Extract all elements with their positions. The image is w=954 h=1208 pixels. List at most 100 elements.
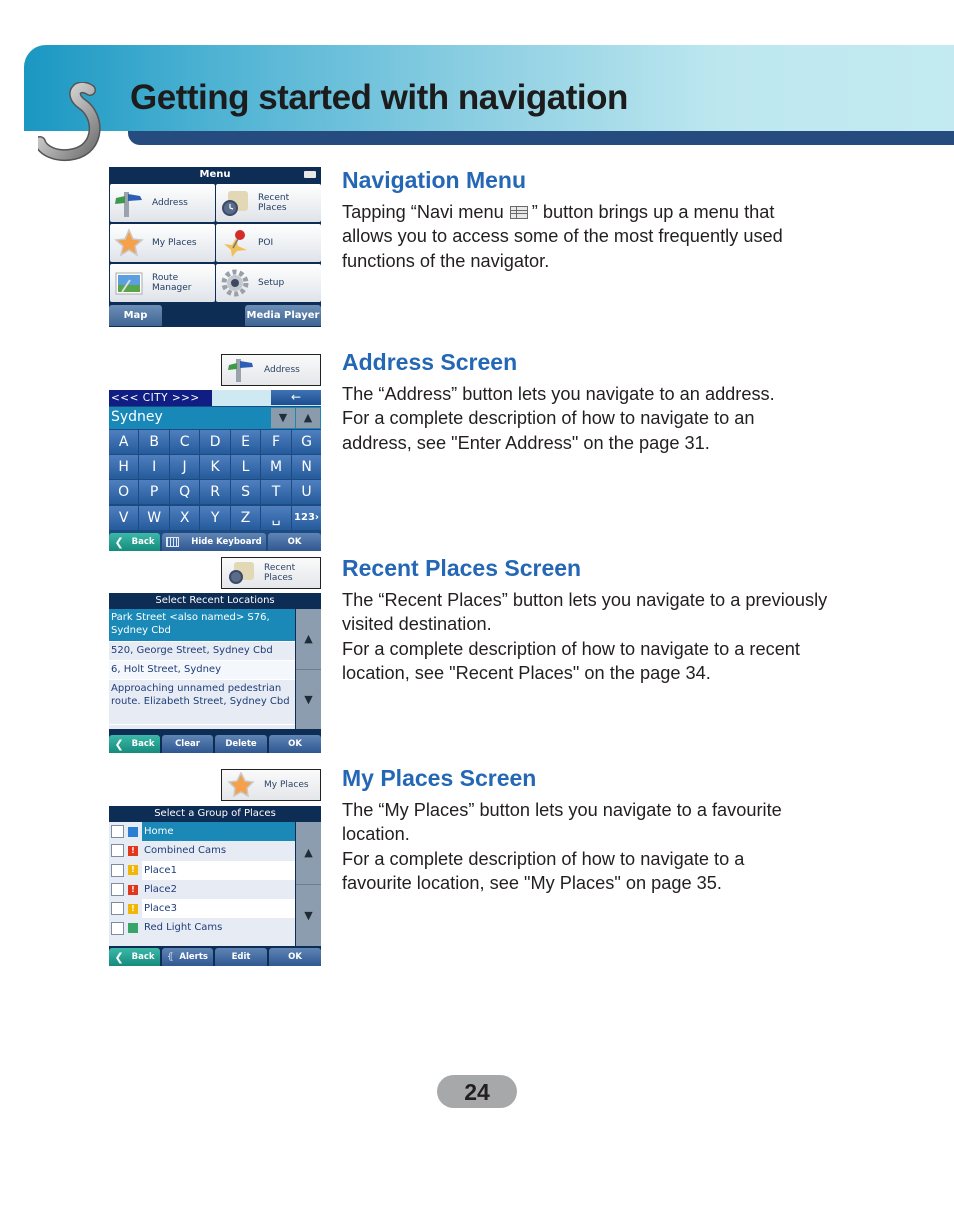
address-button[interactable]: Address (221, 354, 321, 386)
key-w[interactable]: W (139, 505, 169, 530)
key-r[interactable]: R (200, 480, 230, 505)
delete-button[interactable]: Delete (215, 735, 267, 753)
menu-tile-poi[interactable]: POI (216, 224, 321, 262)
list-item[interactable]: Home (109, 822, 295, 842)
key-t[interactable]: T (261, 480, 291, 505)
edit-button[interactable]: Edit (215, 948, 267, 966)
key-z[interactable]: Z (230, 505, 261, 530)
list-item[interactable]: Approaching unnamed pedestrian route. El… (109, 680, 295, 725)
scroll-down-button[interactable]: ▼ (296, 885, 321, 946)
key-u[interactable]: U (291, 480, 322, 505)
ok-button[interactable]: OK (269, 948, 321, 966)
list-item[interactable]: ! Place3 (109, 899, 295, 919)
recent-places-button-label: Recent Places (264, 563, 295, 583)
scroll-down-button[interactable]: ▼ (296, 670, 321, 729)
list-item[interactable]: ! Combined Cams (109, 841, 295, 860)
hide-keyboard-label: Hide Keyboard (191, 537, 262, 547)
scroll-up-button[interactable]: ▲ (296, 408, 320, 428)
tile-label: Setup (258, 278, 285, 288)
ok-button[interactable]: OK (269, 735, 321, 753)
myplaces-title: Select a Group of Places (154, 808, 276, 819)
navi-menu-icon (509, 206, 528, 219)
scroll-down-button[interactable]: ▼ (271, 408, 295, 428)
backspace-button[interactable]: ← (271, 390, 321, 405)
back-button[interactable]: ❮ Back (109, 948, 160, 966)
key-p[interactable]: P (139, 480, 169, 505)
media-player-button[interactable]: Media Player (245, 305, 321, 326)
scrollbar[interactable]: ▲ ▼ (296, 822, 321, 946)
key-y[interactable]: Y (200, 505, 230, 530)
alert-red-icon: ! (128, 845, 138, 856)
key-n[interactable]: N (291, 455, 322, 480)
places-list: Home! Combined Cams! Place1! Place2! Place3 R… (109, 822, 295, 946)
list-item[interactable]: 520, George Street, Sydney Cbd (109, 642, 295, 661)
home-icon (128, 826, 138, 837)
key-m[interactable]: M (261, 455, 291, 480)
key-g[interactable]: G (291, 430, 322, 454)
section-body-address-screen: The “Address” button lets you navigate t… (342, 382, 812, 455)
map-button[interactable]: Map (109, 305, 162, 326)
keyboard-bottom-bar: ❮ Back Hide Keyboard OK (109, 532, 321, 551)
list-item[interactable]: 6, Holt Street, Sydney (109, 661, 295, 680)
key-b[interactable]: B (139, 430, 169, 454)
key-space[interactable]: ␣ (261, 505, 291, 530)
menu-tile-my-places[interactable]: My Places (110, 224, 215, 262)
tile-label: POI (258, 238, 274, 248)
key-a[interactable]: A (109, 430, 139, 454)
list-item[interactable]: ! Place2 (109, 880, 295, 899)
key-v[interactable]: V (109, 505, 139, 530)
list-item[interactable]: Park Street <also named> S76, Sydney Cbd (109, 609, 295, 642)
menu-tile-recent-places[interactable]: Recent Places (216, 184, 321, 222)
key-x[interactable]: X (169, 505, 200, 530)
checkbox[interactable] (111, 863, 124, 877)
key-o[interactable]: O (109, 480, 139, 505)
pushpin-star-icon (224, 230, 247, 257)
tile-label: Recent Places (258, 193, 289, 213)
key-l[interactable]: L (230, 455, 261, 480)
signpost-icon (228, 359, 253, 382)
address-keyboard-screen: <<< CITY >>> ← Sydney ▼ ▲ ABCDEFG HIJKLMN… (109, 390, 322, 551)
ok-button[interactable]: OK (268, 533, 321, 551)
scroll-up-button[interactable]: ▲ (296, 822, 321, 885)
key-numbers[interactable]: 123› (291, 505, 322, 530)
checkbox[interactable] (111, 844, 124, 858)
key-f[interactable]: F (261, 430, 291, 454)
key-i[interactable]: I (139, 455, 169, 480)
recent-places-button[interactable]: Recent Places (221, 557, 321, 589)
key-c[interactable]: C (169, 430, 200, 454)
recent-list: Park Street <also named> S76, Sydney Cbd… (109, 609, 295, 729)
menu-tile-setup[interactable]: Setup (216, 264, 321, 302)
key-e[interactable]: E (230, 430, 261, 454)
alerts-label: Alerts (179, 952, 208, 962)
key-q[interactable]: Q (169, 480, 200, 505)
key-k[interactable]: K (200, 455, 230, 480)
menu-tile-address[interactable]: Address (110, 184, 215, 222)
back-button[interactable]: ❮ Back (109, 533, 160, 551)
key-d[interactable]: D (200, 430, 230, 454)
list-item[interactable]: Red Light Cams (109, 918, 295, 937)
key-h[interactable]: H (109, 455, 139, 480)
checkbox[interactable] (111, 883, 124, 897)
key-s[interactable]: S (230, 480, 261, 505)
tile-label-line: Recent (258, 193, 290, 203)
place-label: Red Light Cams (144, 922, 223, 934)
checkbox[interactable] (111, 902, 124, 916)
scrollbar[interactable]: ▲ ▼ (296, 609, 321, 729)
back-button[interactable]: ❮ Back (109, 735, 160, 753)
city-selector[interactable]: <<< CITY >>> (109, 390, 212, 406)
city-input[interactable]: Sydney ▼ ▲ (109, 407, 321, 429)
clear-button[interactable]: Clear (162, 735, 213, 753)
back-label: Back (131, 739, 155, 749)
scroll-up-button[interactable]: ▲ (296, 609, 321, 670)
key-j[interactable]: J (169, 455, 200, 480)
list-item[interactable]: ! Place1 (109, 860, 295, 880)
menu-tile-route-manager[interactable]: Route Manager (110, 264, 215, 302)
section-title-navigation-menu: Navigation Menu (342, 167, 527, 193)
alerts-button[interactable]: ⦃ Alerts (162, 948, 213, 966)
recent-locations-screen: Select Recent Locations Park Street <als… (109, 593, 321, 753)
my-places-button[interactable]: My Places (221, 769, 321, 801)
checkbox[interactable] (111, 825, 124, 839)
hide-keyboard-button[interactable]: Hide Keyboard (162, 533, 266, 551)
scroll-clock-icon (222, 191, 248, 216)
checkbox[interactable] (111, 921, 124, 935)
